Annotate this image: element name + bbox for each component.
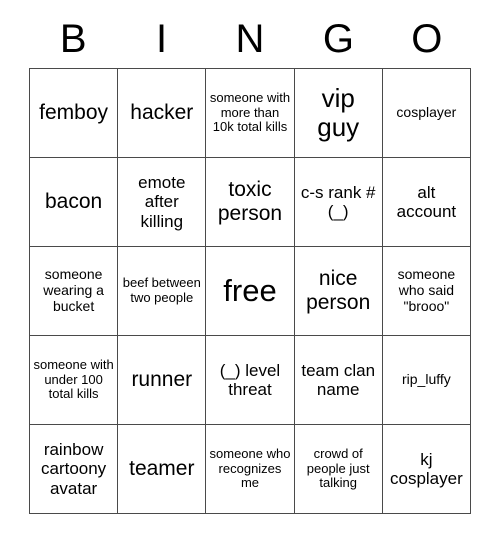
- bingo-cell-label: someone who recognizes me: [209, 446, 291, 491]
- bingo-cell-label: runner: [131, 368, 193, 392]
- bingo-cell-g4[interactable]: team clan name: [294, 336, 383, 425]
- bingo-cell-n5[interactable]: someone who recognizes me: [206, 425, 295, 514]
- header-letter-o: O: [411, 17, 443, 61]
- bingo-cell-g5[interactable]: crowd of people just talking: [294, 425, 383, 514]
- bingo-cell-label: team clan name: [301, 360, 376, 399]
- header-letter-n: N: [235, 17, 265, 61]
- bingo-cell-g1[interactable]: vip guy: [294, 69, 383, 158]
- bingo-cell-label: toxic person: [217, 178, 283, 225]
- bingo-cell-n4[interactable]: (_) level threat: [206, 336, 295, 425]
- bingo-cell-o5[interactable]: kj cosplayer: [382, 425, 471, 514]
- bingo-cell-b3[interactable]: someone wearing a bucket: [30, 247, 119, 336]
- bingo-cell-label: someone with more than 10k total kills: [209, 90, 291, 135]
- bingo-cell-b2[interactable]: bacon: [30, 158, 119, 247]
- bingo-cell-label: someone with under 100 total kills: [33, 357, 114, 402]
- bingo-cell-i4[interactable]: runner: [118, 336, 207, 425]
- bingo-cell-free-space[interactable]: free: [206, 247, 295, 336]
- bingo-cell-o2[interactable]: alt account: [382, 158, 471, 247]
- bingo-grid: femboy hacker someone with more than 10k…: [29, 68, 471, 514]
- bingo-cell-o1[interactable]: cosplayer: [382, 69, 471, 158]
- bingo-cell-label: vip guy: [317, 82, 360, 142]
- bingo-cell-o4[interactable]: rip_luffy: [382, 336, 471, 425]
- bingo-cell-b5[interactable]: rainbow cartoony avatar: [30, 425, 119, 514]
- bingo-cell-b1[interactable]: femboy: [30, 69, 119, 158]
- bingo-cell-label: hacker: [130, 101, 194, 125]
- bingo-cell-label: emote after killing: [138, 173, 186, 231]
- bingo-header-row: B I N G O: [29, 10, 471, 68]
- bingo-cell-i5[interactable]: teamer: [118, 425, 207, 514]
- bingo-cell-label: rip_luffy: [402, 371, 451, 388]
- bingo-cell-label: c-s rank # (_): [300, 182, 376, 221]
- bingo-cell-label: free: [223, 272, 277, 308]
- bingo-cell-i3[interactable]: beef between two people: [118, 247, 207, 336]
- header-letter-i: I: [156, 17, 168, 61]
- bingo-cell-g3[interactable]: nice person: [294, 247, 383, 336]
- bingo-cell-label: bacon: [44, 190, 103, 214]
- header-letter-b: B: [59, 17, 87, 61]
- bingo-cell-label: kj cosplayer: [390, 449, 463, 488]
- bingo-cell-g2[interactable]: c-s rank # (_): [294, 158, 383, 247]
- header-letter-g: G: [322, 17, 354, 61]
- bingo-cell-n1[interactable]: someone with more than 10k total kills: [206, 69, 295, 158]
- bingo-cell-label: (_) level threat: [219, 360, 281, 399]
- bingo-cell-label: teamer: [129, 457, 195, 481]
- bingo-cell-label: alt account: [396, 182, 457, 221]
- bingo-cell-label: crowd of people just talking: [306, 446, 370, 491]
- bingo-cell-n2[interactable]: toxic person: [206, 158, 295, 247]
- bingo-cell-label: someone who said "brooo": [397, 266, 456, 314]
- bingo-cell-label: rainbow cartoony avatar: [40, 440, 107, 498]
- bingo-cell-i1[interactable]: hacker: [118, 69, 207, 158]
- bingo-cell-i2[interactable]: emote after killing: [118, 158, 207, 247]
- bingo-cell-label: nice person: [306, 267, 371, 314]
- bingo-card: B I N G O femboy hacker someone with mor…: [29, 10, 471, 514]
- bingo-cell-label: beef between two people: [122, 275, 201, 305]
- bingo-cell-label: femboy: [39, 101, 109, 125]
- bingo-cell-label: someone wearing a bucket: [43, 266, 104, 314]
- bingo-cell-label: cosplayer: [396, 104, 457, 121]
- bingo-cell-o3[interactable]: someone who said "brooo": [382, 247, 471, 336]
- bingo-cell-b4[interactable]: someone with under 100 total kills: [30, 336, 119, 425]
